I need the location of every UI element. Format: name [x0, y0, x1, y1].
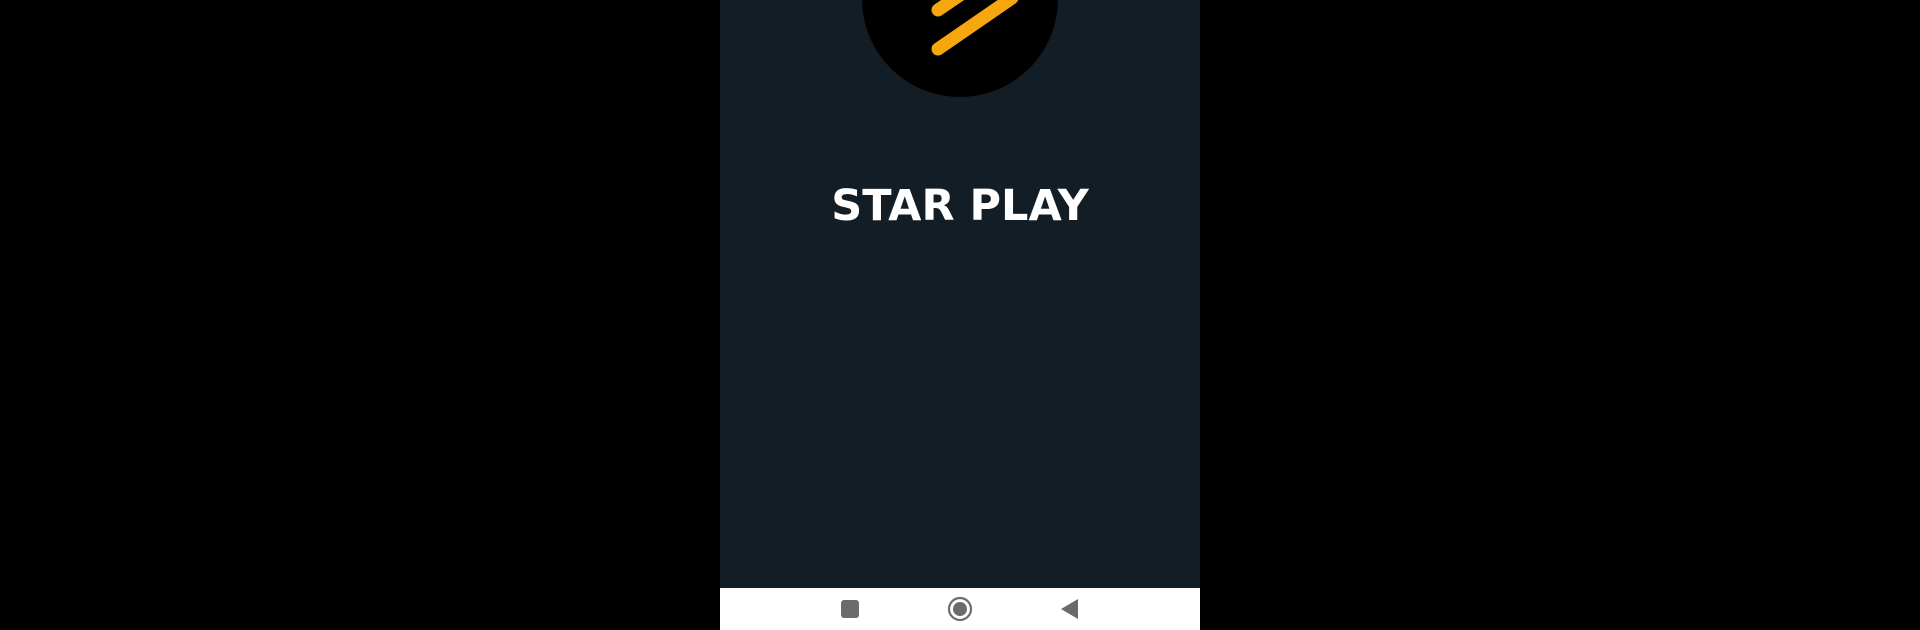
- app-title: STAR PLAY: [831, 181, 1089, 231]
- star-play-logo-icon: [862, 0, 1058, 97]
- android-navigation-bar: [720, 588, 1200, 630]
- screen: STAR PLAY: [0, 0, 1920, 630]
- home-circle-icon: [947, 596, 973, 622]
- phone-screen: STAR PLAY: [720, 0, 1200, 630]
- home-button[interactable]: [936, 588, 984, 630]
- back-button[interactable]: [1046, 588, 1094, 630]
- recents-button[interactable]: [826, 588, 874, 630]
- splash-screen: STAR PLAY: [720, 0, 1200, 588]
- back-triangle-icon: [1061, 599, 1078, 619]
- logo-stripes-graphic: [931, 0, 1019, 56]
- recents-square-icon: [841, 600, 859, 618]
